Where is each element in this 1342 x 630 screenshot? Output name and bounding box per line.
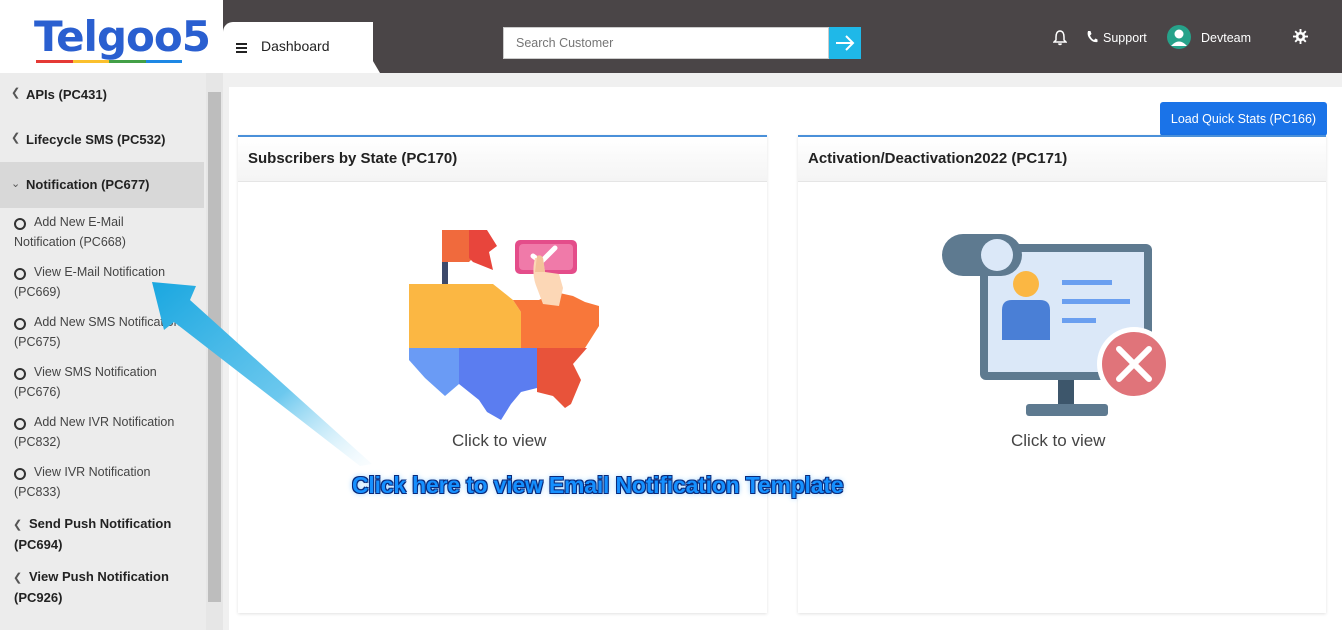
load-quick-stats-button[interactable]: Load Quick Stats (PC166) [1160,102,1327,136]
tab-dashboard-label: Dashboard [261,38,330,54]
card-title: Activation/Deactivation2022 (PC171) [808,150,1068,167]
tutorial-callout: Click here to view Email Notification Te… [352,472,844,498]
arrow-right-icon [836,35,855,51]
support-link[interactable]: Support [1103,31,1147,45]
search-customer-input[interactable] [503,27,829,59]
sidebar-item-apis[interactable]: ❮ APIs (PC431) [0,73,204,117]
card-title: Subscribers by State (PC170) [248,150,458,167]
monitor-deactivate-icon[interactable] [940,230,1172,420]
chevron-left-icon: ❮ [11,132,21,144]
circle-icon [14,218,26,230]
gear-icon[interactable] [1293,29,1308,44]
sidebar-item-lifecycle-sms[interactable]: ❮ Lifecycle SMS (PC532) [0,117,204,162]
user-avatar[interactable] [1167,25,1191,49]
tutorial-arrow-icon [152,282,372,466]
card-header: Subscribers by State (PC170) [238,137,767,182]
search-submit-button[interactable] [829,27,861,59]
click-to-view-link[interactable]: Click to view [452,431,546,451]
circle-icon [14,318,26,330]
circle-icon [14,268,26,280]
logo-area: Telgoo5 [0,0,223,73]
circle-icon [14,468,26,480]
telgoo5-logo[interactable]: Telgoo5 [34,12,211,62]
phone-icon [1087,31,1098,43]
tab-slope [340,22,380,73]
logo-color-bar [36,60,182,63]
click-to-view-link[interactable]: Click to view [1011,431,1105,451]
bell-icon[interactable] [1053,30,1067,46]
sidebar-item-send-push-notification[interactable]: ❮ Send Push Notification (PC694) [0,515,204,563]
sidebar-item-view-push-notification[interactable]: ❮ View Push Notification (PC926) [0,568,204,616]
circle-icon [14,418,26,430]
chevron-left-icon: ❮ [13,572,23,584]
chevron-left-icon: ❮ [11,87,21,99]
us-map-icon[interactable] [405,228,601,424]
hamburger-menu-icon[interactable] [236,43,247,55]
chevron-left-icon: ❮ [13,519,23,531]
sidebar-item-notification[interactable]: ⌄ Notification (PC677) [0,162,204,208]
sidebar-subitem-view-ivr-notification[interactable]: View IVR Notification (PC833) [0,464,204,510]
user-icon [1171,29,1187,46]
card-header: Activation/Deactivation2022 (PC171) [798,137,1326,182]
sidebar-subitem-add-email-notification[interactable]: Add New E-Mail Notification (PC668) [0,214,204,260]
chevron-down-icon: ⌄ [11,178,21,190]
circle-icon [14,368,26,380]
user-name[interactable]: Devteam [1201,31,1251,45]
